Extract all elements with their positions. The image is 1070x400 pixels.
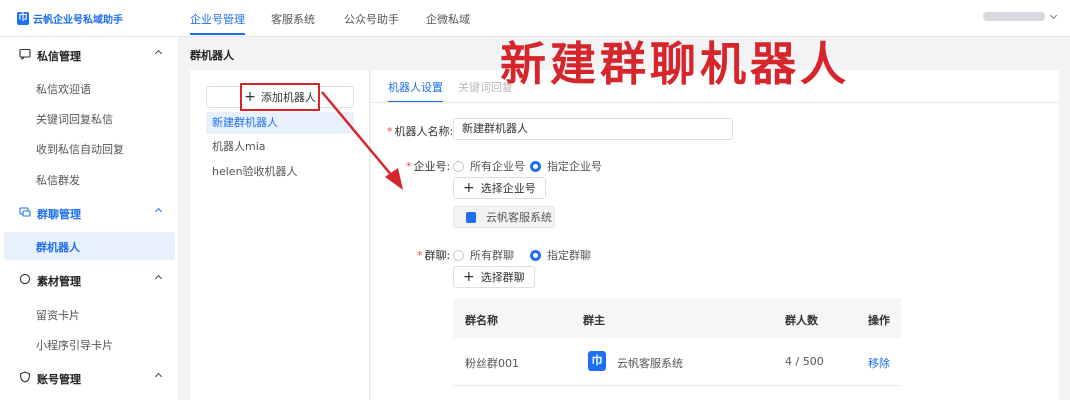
robot-list-panel: + 添加机器人 新建群机器人 机器人mia helen验收机器人	[190, 70, 370, 400]
chevron-up-icon	[154, 49, 163, 58]
table-header: 群名称 群主 群人数 操作	[453, 298, 901, 338]
robot-name-input[interactable]: 新建群机器人	[453, 118, 733, 140]
sidebar-group-label: 私信管理	[37, 50, 81, 63]
sidebar-group-material[interactable]: 素材管理	[0, 264, 178, 294]
sidebar-item-welcome[interactable]: 私信欢迎语	[36, 81, 91, 97]
chevron-up-icon	[154, 274, 163, 283]
sidebar: 私信管理 私信欢迎语 关键词回复私信 收到私信自动回复 私信群发 群聊管理 群机…	[0, 37, 178, 400]
radio-circle-icon	[453, 249, 464, 261]
group-name-cell: 粉丝群001	[465, 357, 519, 370]
tab-robot-settings[interactable]: 机器人设置	[388, 79, 443, 103]
radio-all-corps[interactable]: 所有企业号	[453, 158, 525, 174]
tab-divider	[371, 102, 1059, 103]
radio-checked-icon	[530, 249, 541, 261]
sidebar-group-label: 群聊管理	[37, 208, 81, 221]
table-row: 粉丝群001 巾 云帆客服系统 4 / 500 移除	[453, 338, 901, 386]
top-tab-corp[interactable]: 企业号管理	[190, 11, 245, 35]
shield-icon	[19, 371, 31, 383]
column-header: 操作	[868, 314, 890, 327]
sidebar-group-label: 账号管理	[37, 373, 81, 386]
column-header: 群人数	[785, 314, 818, 327]
remove-link[interactable]: 移除	[868, 355, 890, 371]
plus-icon: +	[463, 269, 475, 285]
selected-corp-tag[interactable]: 云帆客服系统	[453, 206, 555, 228]
radio-specific-groups[interactable]: 指定群聊	[530, 247, 591, 263]
top-tab-wecom[interactable]: 企微私域	[426, 11, 470, 27]
column-header: 群名称	[465, 314, 498, 327]
sidebar-item-miniprogram-card[interactable]: 小程序引导卡片	[36, 337, 113, 353]
sidebar-item-broadcast[interactable]: 私信群发	[36, 172, 80, 188]
group-count-cell: 4 / 500	[785, 355, 824, 368]
radio-all-groups[interactable]: 所有群聊	[453, 247, 514, 263]
robot-settings-panel: 机器人设置 关键词回复 * 机器人名称: 新建群机器人 * 企业号: 所有企业号 指…	[371, 70, 1059, 400]
brand-logo-icon: 巾	[588, 351, 606, 371]
user-name-blurred	[983, 12, 1045, 21]
sidebar-item-keyword-reply[interactable]: 关键词回复私信	[36, 111, 113, 127]
sidebar-group-groupchat[interactable]: 群聊管理	[0, 197, 178, 227]
sidebar-group-label: 素材管理	[37, 275, 81, 288]
robot-list-item[interactable]: 新建群机器人	[206, 112, 354, 134]
robot-name-label: * 机器人名称:	[387, 125, 454, 138]
sidebar-item-auto-reply[interactable]: 收到私信自动回复	[36, 141, 124, 157]
page-title: 群机器人	[190, 49, 234, 62]
sidebar-group-account[interactable]: 账号管理	[0, 362, 178, 392]
column-header: 群主	[583, 314, 605, 327]
annotation-text: 新建群聊机器人	[500, 37, 850, 91]
chat-icon	[19, 48, 31, 60]
group-owner-cell: 云帆客服系统	[617, 357, 683, 370]
app-logo[interactable]: 巾 云帆企业号私域助手	[17, 11, 123, 26]
sidebar-group-message[interactable]: 私信管理	[0, 39, 178, 69]
chevron-up-icon	[154, 372, 163, 381]
top-tab-official[interactable]: 公众号助手	[344, 11, 399, 27]
radio-specific-corp[interactable]: 指定企业号	[530, 158, 602, 174]
sidebar-item-group-robot[interactable]: 群机器人	[4, 232, 175, 260]
plus-icon: +	[244, 89, 256, 105]
select-corp-button[interactable]: + 选择企业号	[453, 177, 546, 199]
robot-list-item[interactable]: 机器人mia	[206, 136, 354, 158]
robot-list-item[interactable]: helen验收机器人	[206, 161, 354, 183]
radio-checked-icon	[530, 160, 541, 172]
select-group-button[interactable]: + 选择群聊	[453, 266, 535, 288]
brand-logo-icon	[466, 211, 476, 223]
group-label: * 群聊:	[417, 249, 451, 262]
radio-circle-icon	[453, 160, 464, 172]
sidebar-item-label: 群机器人	[36, 241, 80, 254]
chevron-down-icon	[1049, 11, 1058, 19]
material-icon	[19, 273, 31, 285]
group-icon	[19, 207, 31, 217]
top-tab-service[interactable]: 客服系统	[271, 11, 315, 27]
user-menu[interactable]	[983, 11, 1058, 21]
plus-icon: +	[463, 180, 475, 196]
corp-label: * 企业号:	[406, 160, 451, 173]
sidebar-item-lead-card[interactable]: 留资卡片	[36, 307, 80, 323]
app-title: 云帆企业号私域助手	[33, 15, 123, 26]
add-robot-button[interactable]: + 添加机器人	[240, 83, 320, 111]
add-robot-label: 添加机器人	[260, 91, 316, 104]
brand-logo-icon: 巾	[17, 12, 29, 25]
chevron-up-icon	[154, 207, 163, 216]
